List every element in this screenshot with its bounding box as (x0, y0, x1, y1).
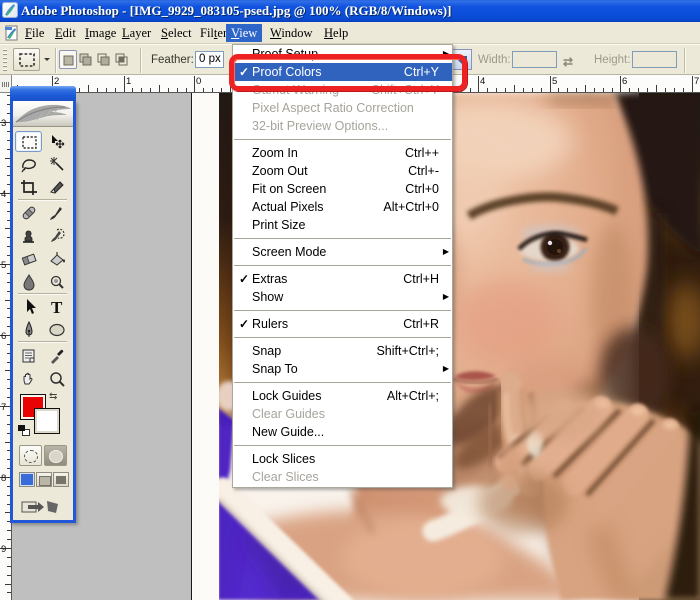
svg-text:T: T (51, 298, 63, 317)
